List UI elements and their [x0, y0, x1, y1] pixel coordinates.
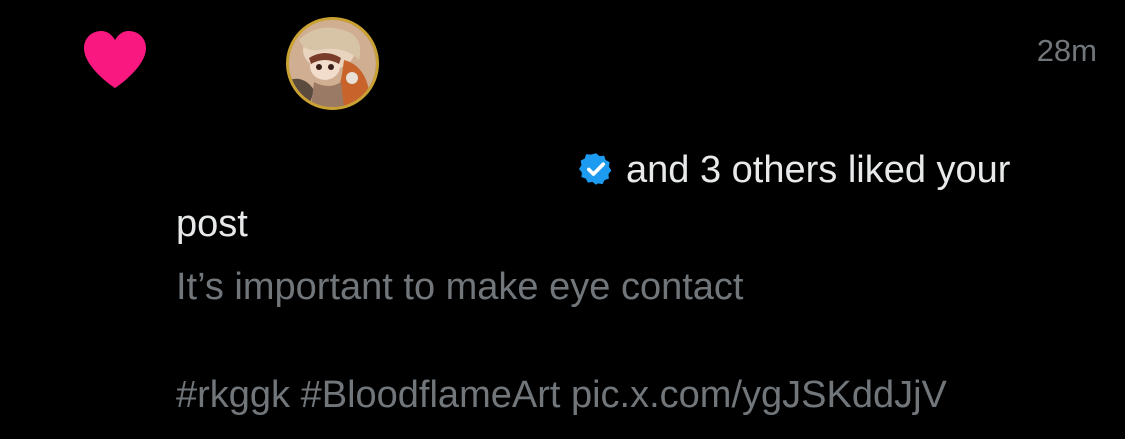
verified-badge-icon — [579, 153, 612, 185]
timestamp: 28m — [1036, 33, 1097, 68]
post-tags[interactable]: #rkggk #BloodflameArt pic.x.com/ygJSKddJ… — [176, 370, 947, 420]
heart-icon — [84, 31, 146, 88]
notification-text: and 3 others liked your post — [176, 143, 1076, 251]
post-text[interactable]: It’s important to make eye contact — [176, 262, 743, 312]
like-notification[interactable]: 28m and 3 others liked your post It’s im… — [0, 0, 1125, 439]
avatar[interactable] — [286, 17, 379, 110]
